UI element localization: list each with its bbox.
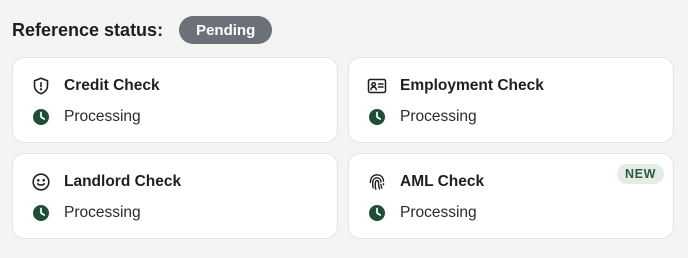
card-status-row: Processing	[31, 107, 141, 127]
clock-icon	[367, 203, 387, 223]
card-status-row: Processing	[31, 203, 141, 223]
employment-check-card[interactable]: Employment Check Processing	[348, 57, 674, 143]
card-title-row: AML Check	[367, 172, 484, 192]
card-title-row: Employment Check	[367, 76, 544, 96]
clock-icon	[31, 107, 51, 127]
card-status-text: Processing	[400, 204, 477, 221]
card-title-row: Landlord Check	[31, 172, 181, 192]
smiley-icon	[31, 172, 51, 192]
clock-icon	[31, 203, 51, 223]
new-badge: NEW	[617, 164, 664, 184]
card-title: AML Check	[400, 173, 485, 190]
fingerprint-icon	[367, 172, 387, 192]
card-title: Employment Check	[400, 77, 544, 94]
reference-status-label: Reference status:	[12, 19, 164, 40]
card-title-row: Credit Check	[31, 76, 160, 96]
id-card-icon	[367, 76, 387, 96]
card-status-row: Processing	[367, 107, 477, 127]
card-status-text: Processing	[64, 204, 141, 221]
aml-check-card[interactable]: NEW AML Check Processing	[348, 153, 674, 239]
card-status-text: Processing	[400, 108, 477, 125]
clock-icon	[367, 107, 387, 127]
card-title: Credit Check	[64, 77, 160, 94]
card-title: Landlord Check	[64, 173, 182, 190]
reference-status-header: Reference status: Pending	[12, 14, 273, 46]
landlord-check-card[interactable]: Landlord Check Processing	[12, 153, 338, 239]
card-status-text: Processing	[64, 108, 141, 125]
credit-check-card[interactable]: Credit Check Processing	[12, 57, 338, 143]
card-status-row: Processing	[367, 203, 477, 223]
shield-alert-icon	[31, 76, 51, 96]
status-badge: Pending	[179, 16, 273, 44]
